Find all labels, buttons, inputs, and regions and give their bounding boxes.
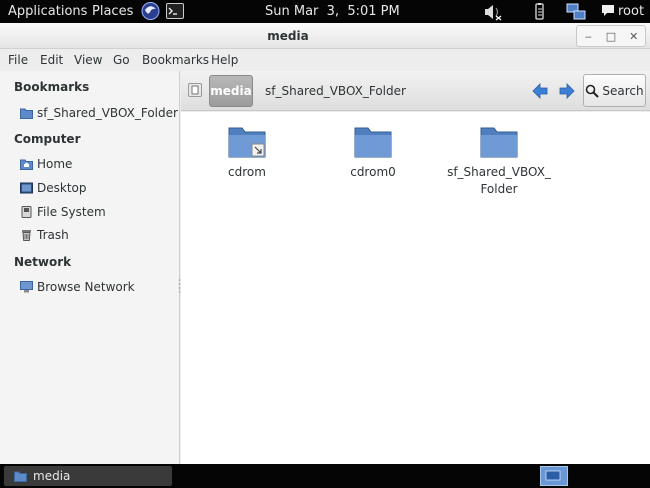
chat-bubble-icon[interactable] (601, 3, 615, 20)
applications-menu[interactable]: Applications (8, 4, 87, 19)
computer-heading: Computer (14, 132, 80, 146)
network-status-icon[interactable] (566, 3, 586, 20)
workspace-switcher[interactable] (540, 466, 568, 486)
file-name: cdrom0 (318, 164, 428, 181)
file-name: cdrom (192, 164, 302, 181)
sidebar: Bookmarks sf_Shared_VBOX_Folder Computer… (0, 71, 180, 464)
menu-edit[interactable]: Edit (40, 53, 63, 67)
file-item-cdrom[interactable]: cdrom (192, 124, 302, 181)
location-toggle-button[interactable] (188, 83, 202, 97)
taskbar-item-media[interactable]: media (4, 466, 172, 486)
search-icon (585, 84, 599, 98)
folder-icon (354, 124, 392, 158)
menu-bookmarks[interactable]: Bookmarks (142, 53, 209, 67)
sidebar-item-label: Browse Network (37, 280, 135, 294)
places-menu[interactable]: Places (92, 4, 133, 19)
sidebar-item-trash[interactable]: Trash (20, 226, 69, 244)
network-icon (20, 281, 33, 293)
minimize-icon: ‒ (585, 30, 592, 43)
maximize-icon: □ (606, 30, 616, 43)
file-name: sf_Shared_VBOX_ Folder (444, 164, 554, 198)
menubar: File Edit View Go Bookmarks Help (0, 49, 650, 71)
home-icon (20, 158, 33, 170)
sidebar-item-label: File System (37, 205, 106, 219)
terminal-launcher-icon[interactable] (166, 2, 184, 19)
sidebar-item-browse-network[interactable]: Browse Network (20, 278, 135, 296)
clock[interactable]: Sun Mar 3, 5:01 PM (265, 4, 400, 19)
file-manager-window: media ‒ □ ✕ File Edit View Go Bookmarks … (0, 23, 650, 464)
folder-link-icon (228, 124, 266, 158)
breadcrumb-sf-shared-vbox-folder[interactable]: sf_Shared_VBOX_Folder (265, 84, 406, 98)
sidebar-item-home[interactable]: Home (20, 155, 72, 173)
text-entry-icon (189, 84, 201, 96)
forward-arrow-icon[interactable] (558, 82, 576, 100)
sidebar-item-desktop[interactable]: Desktop (20, 179, 87, 197)
titlebar[interactable]: media ‒ □ ✕ (0, 23, 650, 49)
minimize-button[interactable]: ‒ (577, 26, 600, 46)
breadcrumb-media[interactable]: media (209, 75, 253, 107)
taskbar-item-label: media (33, 469, 70, 483)
volume-muted-icon[interactable] (483, 3, 503, 20)
sidebar-item-label: Desktop (37, 181, 87, 195)
browser-launcher-icon[interactable] (141, 1, 160, 18)
menu-help[interactable]: Help (211, 53, 238, 67)
folder-icon (14, 471, 27, 482)
file-item-sf-shared-vbox-folder[interactable]: sf_Shared_VBOX_ Folder (444, 124, 554, 198)
workspace-window-icon (541, 467, 567, 485)
search-button[interactable]: Search (583, 74, 646, 107)
network-heading: Network (14, 255, 71, 269)
sidebar-item-label: Home (37, 157, 72, 171)
top-panel: Applications Places Sun Mar 3, 5:01 PM r… (0, 0, 650, 23)
file-view[interactable]: cdrom cdrom0 sf_Shared_VBOX_ Folder (181, 112, 650, 464)
menu-view[interactable]: View (74, 53, 102, 67)
sidebar-item-sf-shared-vbox-folder[interactable]: sf_Shared_VBOX_Folder (20, 104, 178, 122)
menu-go[interactable]: Go (113, 53, 130, 67)
folder-icon (20, 107, 33, 119)
trash-icon (20, 229, 33, 241)
close-icon: ✕ (629, 30, 638, 43)
battery-icon[interactable] (533, 3, 547, 20)
menu-file[interactable]: File (8, 53, 28, 67)
sidebar-item-label: sf_Shared_VBOX_Folder (37, 106, 178, 120)
search-label: Search (602, 84, 643, 98)
folder-icon (480, 124, 518, 158)
maximize-button[interactable]: □ (600, 26, 623, 46)
window-title: media (0, 29, 576, 43)
sidebar-item-file-system[interactable]: File System (20, 203, 106, 221)
drive-icon (20, 206, 33, 218)
bookmarks-heading: Bookmarks (14, 80, 89, 94)
user-menu[interactable]: root (618, 4, 644, 19)
back-arrow-icon[interactable] (531, 82, 549, 100)
close-button[interactable]: ✕ (622, 26, 645, 46)
file-item-cdrom0[interactable]: cdrom0 (318, 124, 428, 181)
bottom-panel: media (0, 464, 650, 488)
desktop-icon (20, 182, 33, 194)
location-toolbar: media sf_Shared_VBOX_Folder Search (181, 71, 650, 111)
window-controls: ‒ □ ✕ (576, 25, 646, 47)
sidebar-item-label: Trash (37, 228, 69, 242)
